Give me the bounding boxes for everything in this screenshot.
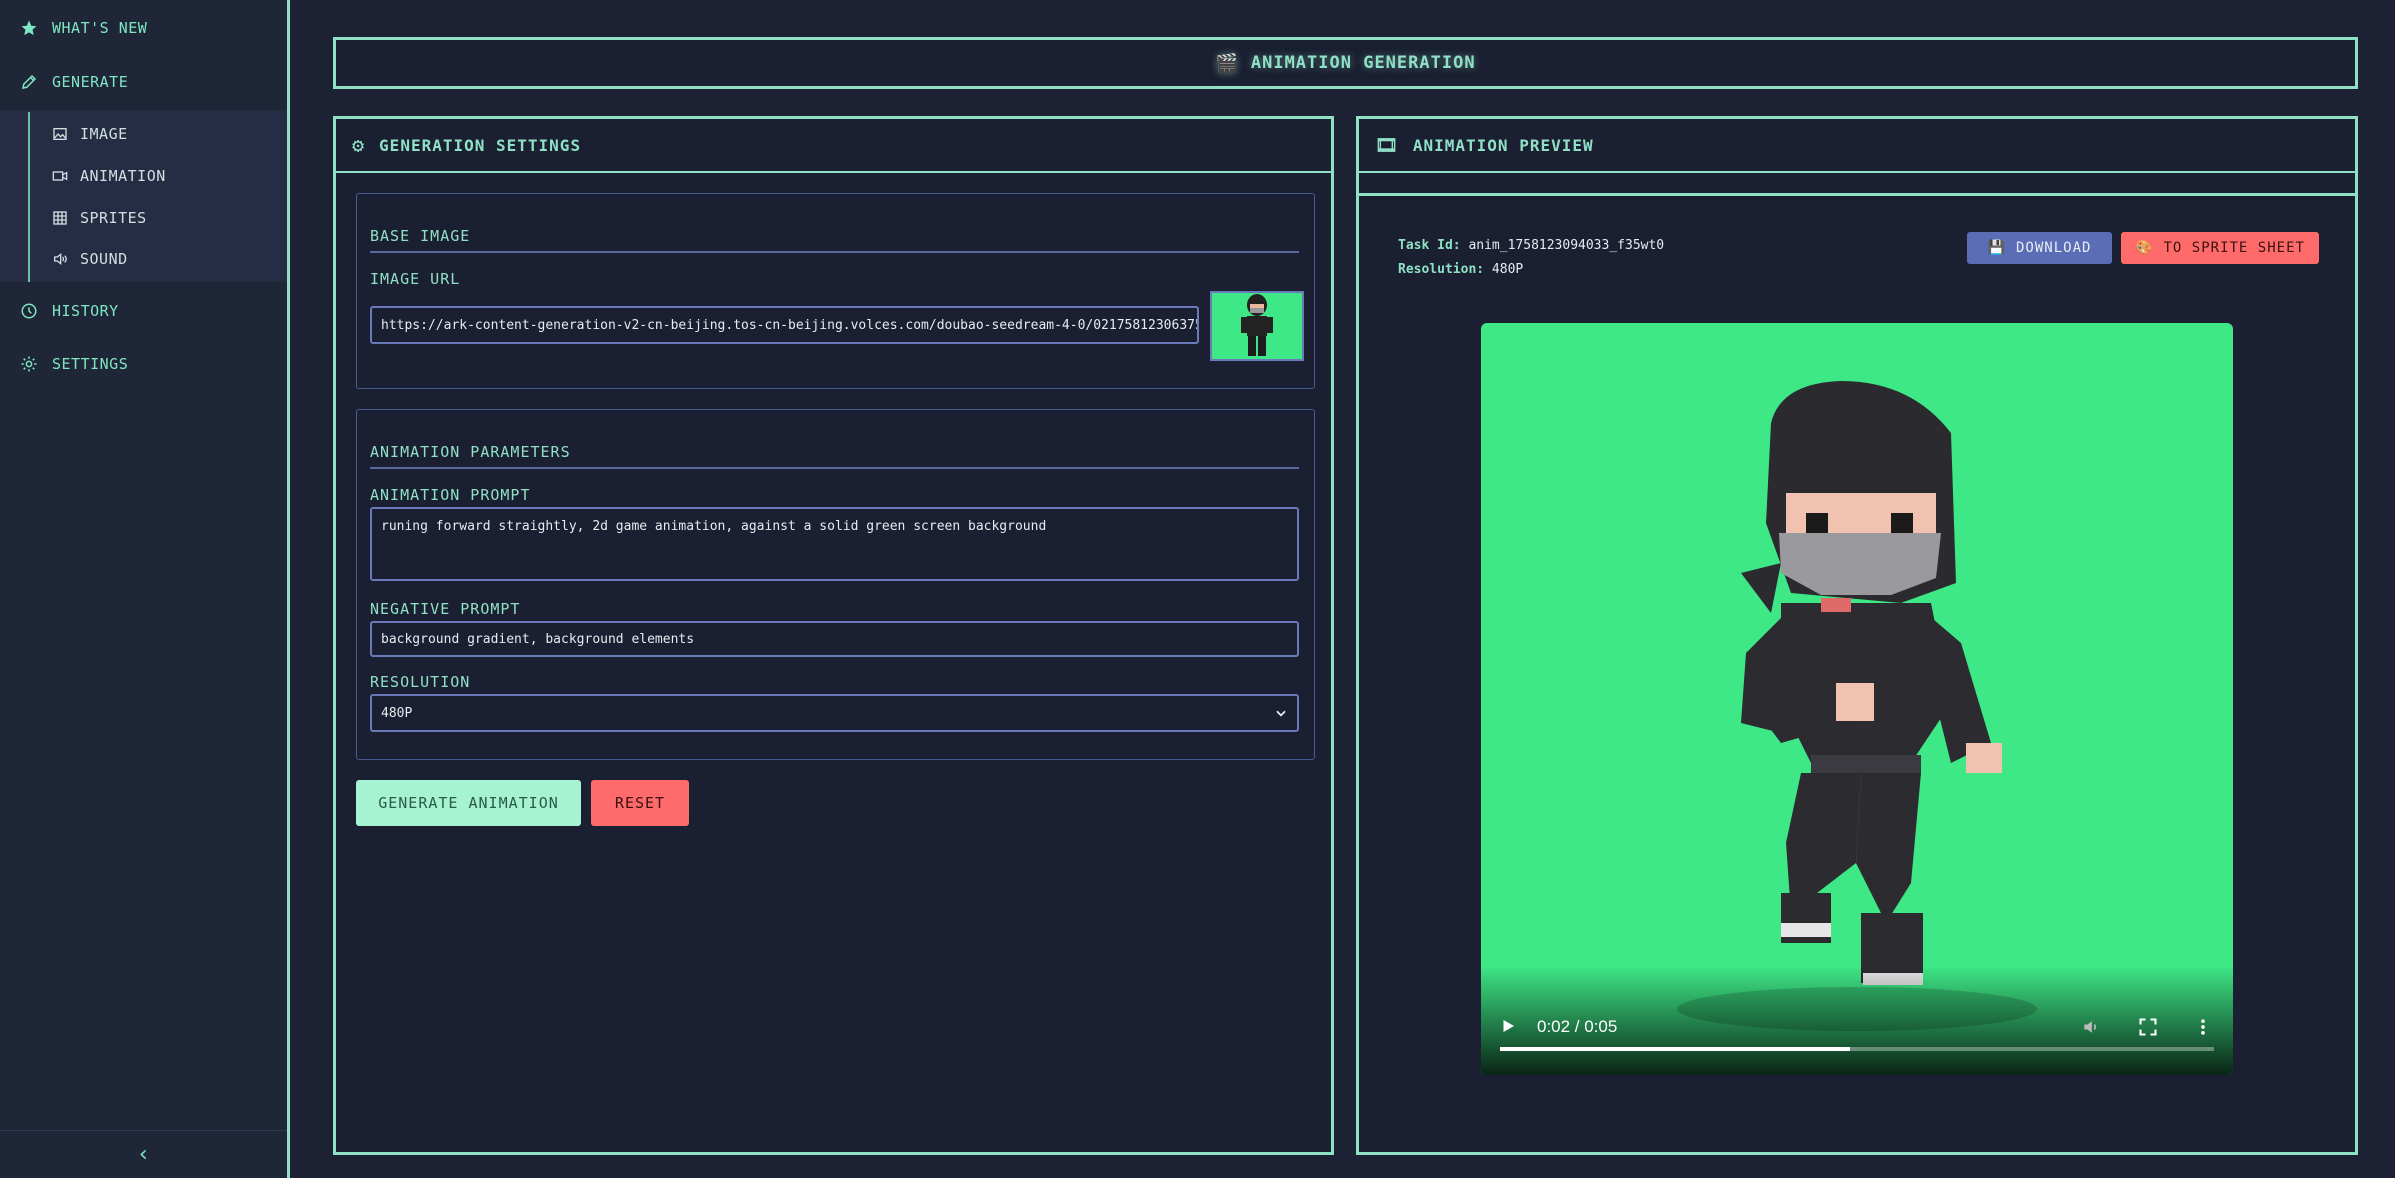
speaker-icon: [54, 252, 67, 266]
floppy-disk-icon: 💾: [1987, 240, 2006, 256]
resolution-value: 480P: [1491, 262, 1524, 277]
star-icon: [21, 20, 37, 36]
gear-icon: ⚙: [352, 133, 366, 157]
task-id-row: Task Id: anim_1758123094033_f35wt0: [1398, 238, 1664, 253]
volume-icon: [2084, 1021, 2097, 1033]
resolution-label: Resolution:: [1398, 262, 1485, 277]
sidebar: WHAT'S NEW GENERATE IMAGE ANIMATION SPRI…: [0, 0, 290, 1178]
clapperboard-icon: 🎬: [1215, 52, 1239, 74]
submenu-indicator: [28, 112, 30, 282]
image-thumbnail: [1210, 291, 1304, 361]
page-title: ANIMATION GENERATION: [1250, 53, 1476, 73]
sidebar-item-animation[interactable]: ANIMATION: [52, 161, 166, 191]
sidebar-item-sprites[interactable]: SPRITES: [52, 203, 147, 233]
sprite-button-label: TO SPRITE SHEET: [2163, 240, 2305, 256]
sidebar-item-label: SOUND: [80, 250, 128, 268]
download-button[interactable]: 💾 DOWNLOAD: [1967, 232, 2112, 264]
resolution-selected-value: 480P: [381, 705, 413, 721]
reset-button[interactable]: RESET: [591, 780, 689, 826]
task-id-value: anim_1758123094033_f35wt0: [1468, 238, 1665, 253]
ninja-character-frame: [1677, 381, 2037, 1031]
generate-submenu: [0, 110, 287, 282]
sidebar-item-label: SPRITES: [80, 209, 147, 227]
mute-button[interactable]: [2081, 1017, 2101, 1041]
more-options-button[interactable]: [2193, 1017, 2213, 1041]
sidebar-item-label: GENERATE: [52, 73, 129, 91]
panel-header: ⚙ GENERATION SETTINGS: [336, 119, 1331, 173]
sidebar-item-image[interactable]: IMAGE: [52, 119, 128, 149]
chevron-left-icon: ‹: [136, 1142, 151, 1167]
resolution-select[interactable]: 480P: [370, 694, 1299, 732]
sidebar-item-history[interactable]: HISTORY: [0, 289, 287, 333]
task-id-label: Task Id:: [1398, 238, 1461, 253]
section-title: ANIMATION PARAMETERS: [370, 443, 571, 461]
download-button-label: DOWNLOAD: [2016, 240, 2092, 256]
video-time: 0:02 / 0:05: [1537, 1017, 1618, 1036]
sidebar-collapse-button[interactable]: ‹: [0, 1130, 287, 1178]
sidebar-item-whats-new[interactable]: WHAT'S NEW: [0, 6, 287, 50]
sidebar-item-label: WHAT'S NEW: [52, 19, 148, 37]
generation-settings-panel: ⚙ GENERATION SETTINGS BASE IMAGE IMAGE U…: [333, 116, 1334, 1155]
gear-icon: [21, 356, 37, 372]
play-button[interactable]: [1499, 1017, 1519, 1037]
panel-title: GENERATION SETTINGS: [379, 135, 582, 155]
to-sprite-sheet-button[interactable]: 🎨 TO SPRITE SHEET: [2121, 232, 2319, 264]
panel-header: 🎞 ANIMATION PREVIEW: [1359, 119, 2355, 173]
pencil-icon: [22, 74, 37, 89]
image-url-label: IMAGE URL: [370, 270, 461, 288]
sidebar-item-generate[interactable]: GENERATE: [0, 60, 287, 104]
video-progress-track[interactable]: [1500, 1047, 2214, 1051]
animation-video-player[interactable]: 0:02 / 0:05: [1481, 323, 2233, 1075]
sidebar-item-label: SETTINGS: [52, 355, 129, 373]
section-title: BASE IMAGE: [370, 227, 471, 245]
sidebar-item-label: ANIMATION: [80, 167, 166, 185]
palette-icon: 🎨: [2135, 240, 2154, 256]
fullscreen-button[interactable]: [2138, 1017, 2158, 1041]
more-vertical-icon: [2201, 1019, 2205, 1035]
grid-icon: [53, 211, 67, 225]
sidebar-item-sound[interactable]: SOUND: [52, 244, 128, 274]
clock-icon: [21, 303, 37, 319]
base-image-section: BASE IMAGE IMAGE URL https://ark-content…: [356, 193, 1315, 389]
video-icon: [52, 171, 68, 181]
fullscreen-icon: [2139, 1018, 2157, 1036]
chevron-down-icon: [1276, 710, 1286, 717]
film-icon: 🎞: [1375, 134, 1399, 156]
negative-prompt-label: NEGATIVE PROMPT: [370, 600, 521, 618]
sidebar-item-settings[interactable]: SETTINGS: [0, 342, 287, 386]
animation-prompt-textarea[interactable]: runing forward straightly, 2d game anima…: [370, 507, 1299, 581]
resolution-label: RESOLUTION: [370, 673, 471, 691]
image-icon: [53, 128, 67, 140]
animation-parameters-section: ANIMATION PARAMETERS ANIMATION PROMPT ru…: [356, 409, 1315, 760]
resolution-row: Resolution: 480P: [1398, 262, 1523, 277]
generate-animation-button[interactable]: GENERATE ANIMATION: [356, 780, 581, 826]
page-title-bar: 🎬 ANIMATION GENERATION: [333, 37, 2358, 89]
ninja-thumbnail-image: [1241, 294, 1273, 356]
play-icon: [1503, 1020, 1514, 1032]
section-divider: [370, 251, 1299, 253]
sidebar-item-label: IMAGE: [80, 125, 128, 143]
image-url-input[interactable]: https://ark-content-generation-v2-cn-bei…: [370, 306, 1199, 344]
section-divider: [370, 467, 1299, 469]
video-progress-fill: [1500, 1047, 1850, 1051]
panel-title: ANIMATION PREVIEW: [1412, 135, 1594, 155]
negative-prompt-input[interactable]: background gradient, background elements: [370, 621, 1299, 657]
sidebar-item-label: HISTORY: [52, 302, 119, 320]
animation-prompt-label: ANIMATION PROMPT: [370, 486, 531, 504]
